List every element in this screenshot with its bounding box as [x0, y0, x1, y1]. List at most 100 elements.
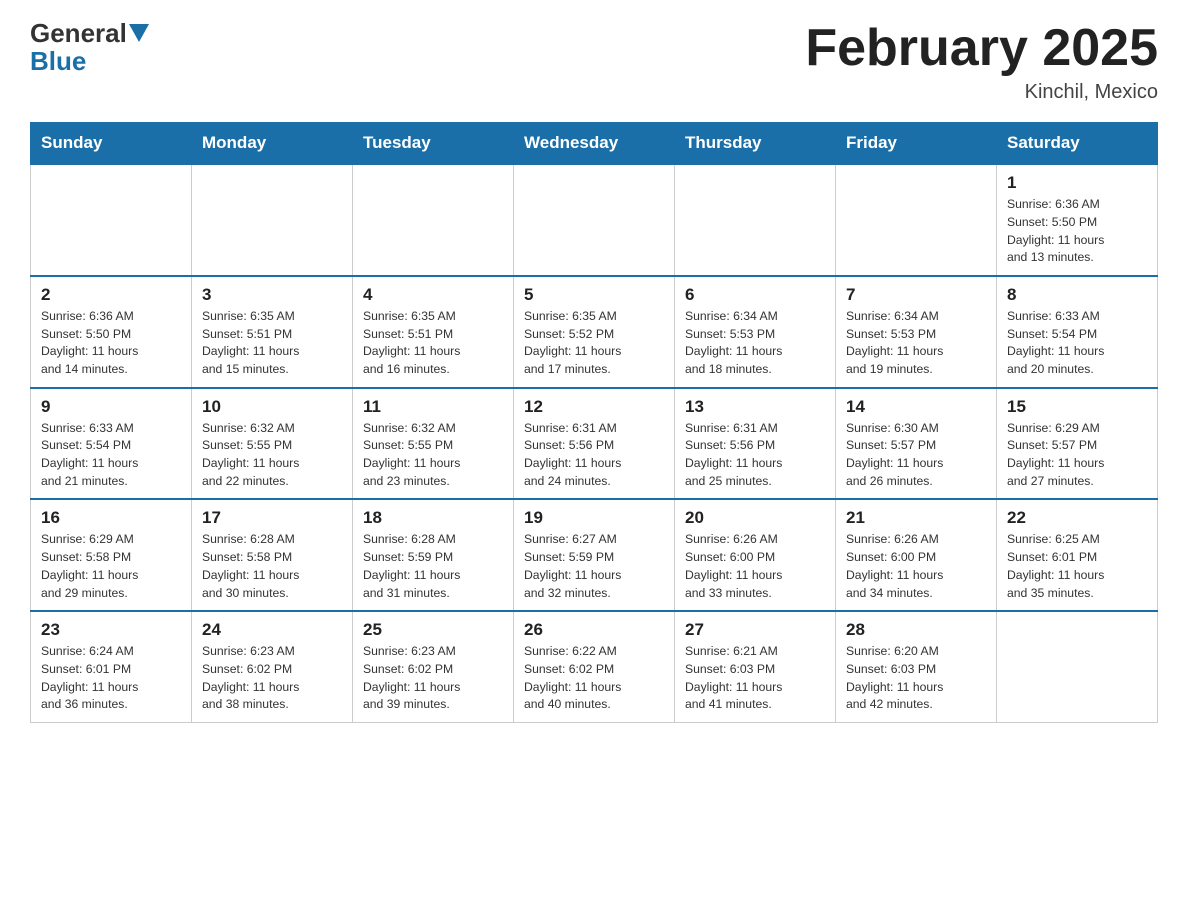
day-number: 7 — [846, 285, 986, 305]
day-number: 13 — [685, 397, 825, 417]
day-number: 3 — [202, 285, 342, 305]
table-row: 14 Sunrise: 6:30 AM Sunset: 5:57 PM Dayli… — [836, 388, 997, 500]
day-info: Sunrise: 6:26 AM Sunset: 6:00 PM Dayligh… — [846, 531, 986, 602]
calendar-table: Sunday Monday Tuesday Wednesday Thursday… — [30, 122, 1158, 723]
logo-triangle-icon — [129, 24, 149, 42]
table-row: 17 Sunrise: 6:28 AM Sunset: 5:58 PM Dayli… — [192, 499, 353, 611]
day-info: Sunrise: 6:32 AM Sunset: 5:55 PM Dayligh… — [363, 420, 503, 491]
day-info: Sunrise: 6:26 AM Sunset: 6:00 PM Dayligh… — [685, 531, 825, 602]
day-info: Sunrise: 6:34 AM Sunset: 5:53 PM Dayligh… — [846, 308, 986, 379]
day-info: Sunrise: 6:27 AM Sunset: 5:59 PM Dayligh… — [524, 531, 664, 602]
day-info: Sunrise: 6:23 AM Sunset: 6:02 PM Dayligh… — [363, 643, 503, 714]
day-info: Sunrise: 6:29 AM Sunset: 5:57 PM Dayligh… — [1007, 420, 1147, 491]
table-row: 9 Sunrise: 6:33 AM Sunset: 5:54 PM Daylig… — [31, 388, 192, 500]
table-row: 21 Sunrise: 6:26 AM Sunset: 6:00 PM Dayli… — [836, 499, 997, 611]
day-info: Sunrise: 6:33 AM Sunset: 5:54 PM Dayligh… — [41, 420, 181, 491]
calendar-week-row: 23 Sunrise: 6:24 AM Sunset: 6:01 PM Dayli… — [31, 611, 1158, 722]
table-row: 22Sunrise: 6:25 AM Sunset: 6:01 PM Dayli… — [997, 499, 1158, 611]
day-number: 25 — [363, 620, 503, 640]
day-number: 8 — [1007, 285, 1147, 305]
day-number: 17 — [202, 508, 342, 528]
location: Kinchil, Mexico — [805, 81, 1158, 104]
table-row: 13 Sunrise: 6:31 AM Sunset: 5:56 PM Dayli… — [675, 388, 836, 500]
page-header: General Blue February 2025 Kinchil, Mexi… — [30, 20, 1158, 104]
calendar-week-row: 2 Sunrise: 6:36 AM Sunset: 5:50 PM Daylig… — [31, 276, 1158, 388]
table-row: 3 Sunrise: 6:35 AM Sunset: 5:51 PM Daylig… — [192, 276, 353, 388]
day-info: Sunrise: 6:35 AM Sunset: 5:52 PM Dayligh… — [524, 308, 664, 379]
table-row: 18Sunrise: 6:28 AM Sunset: 5:59 PM Dayli… — [353, 499, 514, 611]
table-row: 7 Sunrise: 6:34 AM Sunset: 5:53 PM Daylig… — [836, 276, 997, 388]
day-number: 16 — [41, 508, 181, 528]
table-row: 19 Sunrise: 6:27 AM Sunset: 5:59 PM Dayli… — [514, 499, 675, 611]
calendar-week-row: 1 Sunrise: 6:36 AM Sunset: 5:50 PM Daylig… — [31, 164, 1158, 276]
day-info: Sunrise: 6:28 AM Sunset: 5:58 PM Dayligh… — [202, 531, 342, 602]
table-row — [192, 164, 353, 276]
day-info: Sunrise: 6:23 AM Sunset: 6:02 PM Dayligh… — [202, 643, 342, 714]
day-number: 18 — [363, 508, 503, 528]
day-number: 9 — [41, 397, 181, 417]
day-info: Sunrise: 6:35 AM Sunset: 5:51 PM Dayligh… — [363, 308, 503, 379]
calendar-week-row: 9 Sunrise: 6:33 AM Sunset: 5:54 PM Daylig… — [31, 388, 1158, 500]
table-row: 6 Sunrise: 6:34 AM Sunset: 5:53 PM Daylig… — [675, 276, 836, 388]
table-row: 11 Sunrise: 6:32 AM Sunset: 5:55 PM Dayli… — [353, 388, 514, 500]
col-wednesday: Wednesday — [514, 123, 675, 165]
table-row: 28 Sunrise: 6:20 AM Sunset: 6:03 PM Dayli… — [836, 611, 997, 722]
day-number: 2 — [41, 285, 181, 305]
day-number: 24 — [202, 620, 342, 640]
day-info: Sunrise: 6:36 AM Sunset: 5:50 PM Dayligh… — [41, 308, 181, 379]
day-number: 26 — [524, 620, 664, 640]
day-number: 19 — [524, 508, 664, 528]
title-block: February 2025 Kinchil, Mexico — [805, 20, 1158, 104]
day-info: Sunrise: 6:31 AM Sunset: 5:56 PM Dayligh… — [685, 420, 825, 491]
table-row: 24 Sunrise: 6:23 AM Sunset: 6:02 PM Dayli… — [192, 611, 353, 722]
day-info: Sunrise: 6:22 AM Sunset: 6:02 PM Dayligh… — [524, 643, 664, 714]
day-number: 10 — [202, 397, 342, 417]
day-number: 4 — [363, 285, 503, 305]
calendar-header-row: Sunday Monday Tuesday Wednesday Thursday… — [31, 123, 1158, 165]
day-number: 1 — [1007, 173, 1147, 193]
table-row: 16Sunrise: 6:29 AM Sunset: 5:58 PM Dayli… — [31, 499, 192, 611]
day-info: Sunrise: 6:33 AM Sunset: 5:54 PM Dayligh… — [1007, 308, 1147, 379]
day-info: Sunrise: 6:24 AM Sunset: 6:01 PM Dayligh… — [41, 643, 181, 714]
day-info: Sunrise: 6:32 AM Sunset: 5:55 PM Dayligh… — [202, 420, 342, 491]
day-info: Sunrise: 6:35 AM Sunset: 5:51 PM Dayligh… — [202, 308, 342, 379]
month-title: February 2025 — [805, 20, 1158, 77]
day-number: 20 — [685, 508, 825, 528]
day-number: 12 — [524, 397, 664, 417]
table-row: 4 Sunrise: 6:35 AM Sunset: 5:51 PM Daylig… — [353, 276, 514, 388]
day-info: Sunrise: 6:20 AM Sunset: 6:03 PM Dayligh… — [846, 643, 986, 714]
col-saturday: Saturday — [997, 123, 1158, 165]
day-number: 23 — [41, 620, 181, 640]
logo: General Blue — [30, 20, 151, 77]
day-number: 14 — [846, 397, 986, 417]
day-info: Sunrise: 6:21 AM Sunset: 6:03 PM Dayligh… — [685, 643, 825, 714]
table-row: 8 Sunrise: 6:33 AM Sunset: 5:54 PM Daylig… — [997, 276, 1158, 388]
day-number: 27 — [685, 620, 825, 640]
logo-general-text: General — [30, 20, 127, 46]
table-row: 12 Sunrise: 6:31 AM Sunset: 5:56 PM Dayli… — [514, 388, 675, 500]
day-info: Sunrise: 6:34 AM Sunset: 5:53 PM Dayligh… — [685, 308, 825, 379]
table-row: 10 Sunrise: 6:32 AM Sunset: 5:55 PM Dayli… — [192, 388, 353, 500]
table-row: 2 Sunrise: 6:36 AM Sunset: 5:50 PM Daylig… — [31, 276, 192, 388]
table-row: 1 Sunrise: 6:36 AM Sunset: 5:50 PM Daylig… — [997, 164, 1158, 276]
day-info: Sunrise: 6:25 AM Sunset: 6:01 PM Dayligh… — [1007, 531, 1147, 602]
table-row: 25 Sunrise: 6:23 AM Sunset: 6:02 PM Dayli… — [353, 611, 514, 722]
day-info: Sunrise: 6:31 AM Sunset: 5:56 PM Dayligh… — [524, 420, 664, 491]
table-row: 5 Sunrise: 6:35 AM Sunset: 5:52 PM Daylig… — [514, 276, 675, 388]
day-number: 5 — [524, 285, 664, 305]
logo-blue-text: Blue — [30, 46, 86, 76]
table-row — [997, 611, 1158, 722]
day-info: Sunrise: 6:36 AM Sunset: 5:50 PM Dayligh… — [1007, 196, 1147, 267]
day-number: 6 — [685, 285, 825, 305]
day-info: Sunrise: 6:30 AM Sunset: 5:57 PM Dayligh… — [846, 420, 986, 491]
day-number: 11 — [363, 397, 503, 417]
table-row: 26 Sunrise: 6:22 AM Sunset: 6:02 PM Dayli… — [514, 611, 675, 722]
table-row: 23 Sunrise: 6:24 AM Sunset: 6:01 PM Dayli… — [31, 611, 192, 722]
col-tuesday: Tuesday — [353, 123, 514, 165]
table-row: 27 Sunrise: 6:21 AM Sunset: 6:03 PM Dayli… — [675, 611, 836, 722]
table-row — [836, 164, 997, 276]
col-friday: Friday — [836, 123, 997, 165]
day-number: 28 — [846, 620, 986, 640]
day-number: 21 — [846, 508, 986, 528]
table-row — [31, 164, 192, 276]
